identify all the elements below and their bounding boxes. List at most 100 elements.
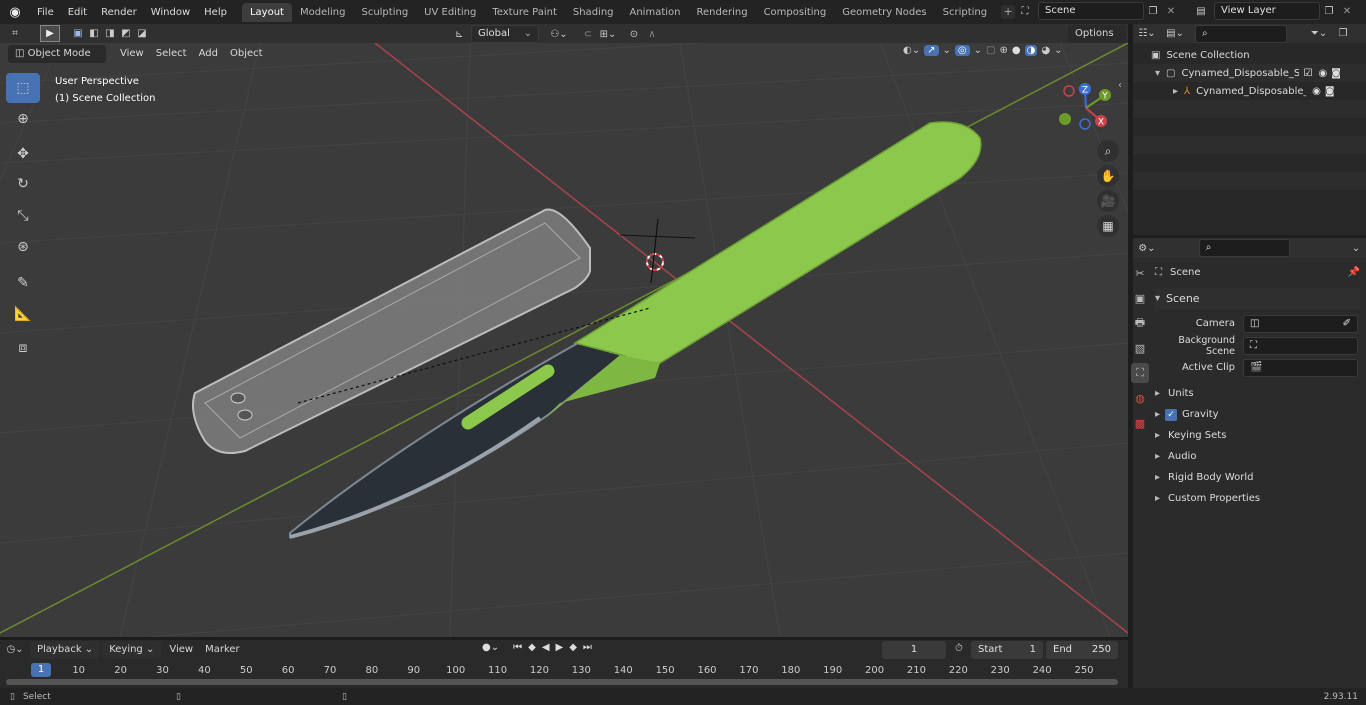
expand-arrow-icon[interactable]: ▸ bbox=[1173, 86, 1178, 97]
new-view-layer-icon[interactable]: ❐ bbox=[1320, 6, 1338, 17]
active-clip-field[interactable]: 🎬 bbox=[1243, 358, 1358, 377]
selection-mode-new-icon[interactable]: ▣ bbox=[70, 28, 86, 39]
menu-render[interactable]: Render bbox=[94, 7, 144, 18]
camera-field[interactable]: ◫ ✐ bbox=[1243, 314, 1358, 333]
sidebar-toggle-icon[interactable]: ‹ bbox=[1118, 80, 1122, 91]
menu-help[interactable]: Help bbox=[197, 7, 234, 18]
transform-orientation-dropdown[interactable]: Global ⌄ bbox=[471, 25, 539, 43]
outliner-editor-icon[interactable]: ☷⌄ bbox=[1133, 28, 1161, 39]
zoom-icon[interactable]: ⌕ bbox=[1097, 140, 1119, 162]
selection-mode-subtract-icon[interactable]: ◨ bbox=[102, 28, 118, 39]
timeline-scrollbar[interactable] bbox=[6, 679, 1118, 685]
scene-icon[interactable]: ⛶ bbox=[1012, 6, 1038, 17]
shading-rendered-icon[interactable]: ◕ bbox=[1041, 45, 1050, 56]
viewport-menu-select[interactable]: Select bbox=[150, 45, 193, 63]
snap-icon[interactable]: ⊂ bbox=[579, 29, 597, 40]
properties-editor-icon[interactable]: ⚙⌄ bbox=[1133, 243, 1161, 254]
playback-menu[interactable]: Playback ⌄ bbox=[30, 640, 101, 659]
new-collection-icon[interactable]: ❐ bbox=[1333, 28, 1353, 39]
eyedropper-icon[interactable]: ✐ bbox=[1343, 316, 1351, 332]
eye-icon[interactable]: ◉ bbox=[1312, 86, 1321, 97]
keying-menu[interactable]: Keying ⌄ bbox=[102, 640, 162, 659]
visibility-icon[interactable]: ◐⌄ bbox=[903, 45, 920, 56]
pin-icon[interactable]: 📌 bbox=[1348, 267, 1360, 278]
output-tab-icon[interactable]: 🖶 bbox=[1131, 313, 1149, 333]
shading-wireframe-icon[interactable]: ⊕ bbox=[999, 45, 1007, 56]
viewport-menu-add[interactable]: Add bbox=[193, 45, 224, 63]
tab-rendering[interactable]: Rendering bbox=[688, 3, 755, 22]
render-camera-icon[interactable]: ◙ bbox=[1325, 86, 1335, 97]
selection-mode-invert-icon[interactable]: ◩ bbox=[118, 28, 134, 39]
timeline-editor-icon[interactable]: ◷⌄ bbox=[0, 644, 30, 655]
gizmo-toggle-icon[interactable]: ↗ bbox=[924, 45, 939, 56]
3d-viewport[interactable]: User Perspective (1) Scene Collection bbox=[0, 43, 1128, 637]
menu-edit[interactable]: Edit bbox=[61, 7, 94, 18]
outliner-search-input[interactable]: ⌕ bbox=[1195, 24, 1287, 43]
panel-rigid-body-world[interactable]: ▸ Rigid Body World bbox=[1155, 467, 1360, 488]
xray-icon[interactable]: ▢ bbox=[986, 45, 995, 56]
panel-units[interactable]: ▸ Units bbox=[1155, 383, 1360, 404]
cursor-tool-icon[interactable]: ⊕ bbox=[6, 104, 40, 134]
tab-geometry-nodes[interactable]: Geometry Nodes bbox=[834, 3, 934, 22]
start-frame-field[interactable]: Start 1 bbox=[971, 641, 1043, 659]
measure-tool-icon[interactable]: 📐 bbox=[6, 299, 40, 329]
panel-keying-sets[interactable]: ▸ Keying Sets bbox=[1155, 425, 1360, 446]
annotate-tool-icon[interactable]: ✎ bbox=[6, 268, 40, 298]
viewport-menu-view[interactable]: View bbox=[114, 45, 150, 63]
play-icon[interactable]: ▶ bbox=[556, 642, 564, 653]
render-tab-icon[interactable]: ▣ bbox=[1131, 288, 1149, 308]
tab-layout[interactable]: Layout bbox=[241, 2, 292, 22]
selection-mode-extend-icon[interactable]: ◧ bbox=[86, 28, 102, 39]
ortho-grid-icon[interactable]: ▦ bbox=[1097, 215, 1119, 237]
tab-texture-paint[interactable]: Texture Paint bbox=[484, 3, 565, 22]
view-layer-selector[interactable]: View Layer bbox=[1214, 2, 1320, 20]
background-scene-field[interactable]: ⛶ bbox=[1243, 336, 1358, 355]
view-layer-tab-icon[interactable]: ▧ bbox=[1131, 338, 1149, 358]
select-box-tool-icon[interactable]: ⬚ bbox=[6, 73, 40, 103]
timeline[interactable]: ◷⌄ Playback ⌄ Keying ⌄ View Marker ●⌄ ⏮ … bbox=[0, 640, 1128, 688]
tab-animation[interactable]: Animation bbox=[622, 3, 689, 22]
tab-compositing[interactable]: Compositing bbox=[756, 3, 835, 22]
transform-tool-icon[interactable]: ⊛ bbox=[6, 232, 40, 262]
delete-scene-icon[interactable]: ✕ bbox=[1162, 6, 1180, 17]
outliner-row-object[interactable]: ▸ ⅄ Cynamed_Disposable_Sc ◉ ◙ bbox=[1133, 82, 1366, 100]
checkbox-icon[interactable]: ☑ bbox=[1303, 68, 1312, 79]
prev-keyframe-icon[interactable]: ◆ bbox=[528, 642, 536, 653]
navigation-gizmo[interactable]: Z Y X bbox=[1058, 82, 1116, 140]
end-frame-field[interactable]: End 250 bbox=[1046, 641, 1118, 659]
stopwatch-icon[interactable]: ⏱ bbox=[955, 643, 963, 654]
scale-tool-icon[interactable]: ⤡ bbox=[6, 201, 40, 231]
3d-cursor-icon[interactable] bbox=[619, 218, 696, 284]
blender-logo-icon[interactable]: ◉ bbox=[0, 5, 30, 20]
tab-scripting[interactable]: Scripting bbox=[935, 3, 995, 22]
display-mode-icon[interactable]: ▤⌄ bbox=[1161, 28, 1189, 39]
shading-solid-icon[interactable]: ● bbox=[1012, 45, 1021, 56]
scene-tab-icon[interactable]: ⛶ bbox=[1131, 363, 1149, 383]
play-reverse-icon[interactable]: ◀ bbox=[542, 642, 550, 653]
playhead[interactable]: 1 bbox=[31, 663, 51, 677]
panel-gravity[interactable]: ▸ ✓ Gravity bbox=[1155, 404, 1360, 425]
shading-material-icon[interactable]: ◑ bbox=[1024, 45, 1038, 56]
properties-options-icon[interactable]: ⌄ bbox=[1346, 243, 1366, 254]
add-cube-tool-icon[interactable]: ⧈ bbox=[6, 333, 40, 363]
scalpel-handle[interactable] bbox=[545, 121, 982, 418]
proportional-edit-icon[interactable]: ⊙ bbox=[625, 29, 643, 40]
tool-tab-icon[interactable]: ✂ bbox=[1131, 263, 1149, 283]
record-icon[interactable]: ●⌄ bbox=[482, 642, 499, 653]
tab-shading[interactable]: Shading bbox=[565, 3, 622, 22]
timeline-view-menu[interactable]: View bbox=[163, 641, 199, 659]
new-scene-icon[interactable]: ❐ bbox=[1144, 6, 1162, 17]
menu-window[interactable]: Window bbox=[144, 7, 197, 18]
editor-type-icon[interactable]: ⌗ bbox=[0, 28, 30, 39]
jump-end-icon[interactable]: ⏭ bbox=[583, 642, 592, 653]
outliner-row-collection[interactable]: ▾ ▢ Cynamed_Disposable_Scalpe ☑ ◉ ◙ bbox=[1133, 64, 1366, 82]
snap-target-icon[interactable]: ⊞⌄ bbox=[597, 29, 619, 40]
pivot-point-icon[interactable]: ⚇⌄ bbox=[545, 29, 573, 40]
current-frame-field[interactable]: 1 bbox=[882, 641, 946, 659]
delete-view-layer-icon[interactable]: ✕ bbox=[1338, 6, 1356, 17]
move-tool-icon[interactable]: ✥ bbox=[6, 139, 40, 169]
camera-view-icon[interactable]: 🎥 bbox=[1097, 190, 1119, 212]
scene-panel-header[interactable]: ▾ Scene bbox=[1155, 288, 1360, 309]
select-tool-icon[interactable]: ▶ bbox=[40, 25, 60, 42]
tab-uv-editing[interactable]: UV Editing bbox=[416, 3, 484, 22]
